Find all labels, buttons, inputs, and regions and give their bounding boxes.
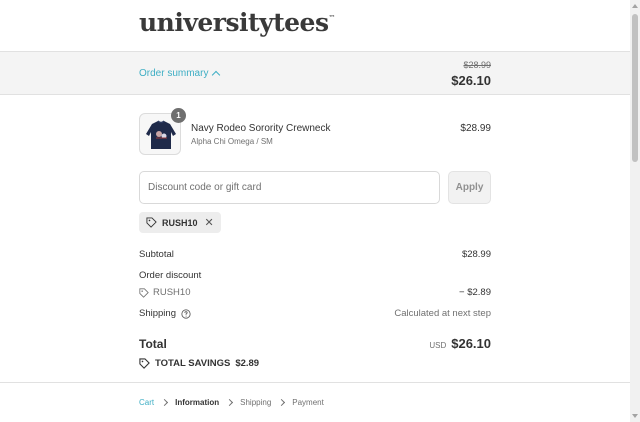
line-item: 1 Navy Rodeo Sorority Crewneck Alpha Chi… (139, 108, 491, 155)
chevron-right-icon (161, 398, 169, 407)
discount-code-input[interactable] (139, 171, 440, 204)
total-amount-group: USD $26.10 (429, 336, 491, 351)
order-discount-row: Order discount (139, 270, 491, 281)
product-name: Navy Rodeo Sorority Crewneck (191, 123, 331, 134)
savings-label: TOTAL SAVINGS (155, 358, 231, 369)
scroll-up-arrow[interactable] (632, 4, 638, 8)
tag-icon (139, 358, 150, 369)
discount-code-row: RUSH10 − $2.89 (139, 287, 491, 298)
quantity-badge: 1 (171, 108, 186, 123)
header: universitytees™ (0, 0, 630, 52)
order-summary-panel: 1 Navy Rodeo Sorority Crewneck Alpha Chi… (0, 95, 630, 382)
applied-discount-chip: RUSH10 ✕ (139, 212, 221, 233)
shipping-row: Shipping Calculated at next step (139, 308, 491, 319)
subtotal-row: Subtotal $28.99 (139, 249, 491, 260)
order-discount-label: Order discount (139, 270, 202, 281)
discount-code-line: RUSH10 (139, 287, 191, 298)
order-summary-label: Order summary (139, 68, 209, 79)
order-summary-toggle[interactable]: Order summary (139, 68, 221, 80)
summary-total: $26.10 (451, 73, 491, 88)
currency-code: USD (429, 341, 447, 350)
subtotal-label: Subtotal (139, 249, 174, 260)
tag-icon (146, 217, 157, 228)
total-row: Total USD $26.10 (139, 336, 491, 354)
subtotal-value: $28.99 (461, 249, 491, 260)
total-value: $26.10 (451, 336, 491, 351)
savings-value: $2.89 (235, 358, 260, 369)
order-summary-bar: Order summary $28.99 $26.10 (0, 52, 630, 95)
breadcrumb: Cart Information Shipping Payment (139, 398, 324, 407)
shipping-label-group: Shipping (139, 308, 191, 319)
trademark: ™ (328, 14, 336, 22)
breadcrumb-shipping: Shipping (240, 398, 272, 407)
applied-code: RUSH10 (162, 217, 198, 228)
total-savings: TOTAL SAVINGS $2.89 (139, 358, 259, 369)
question-circle-icon[interactable] (181, 308, 191, 319)
divider (0, 382, 630, 383)
logo-text: universitytees (139, 8, 329, 37)
scroll-down-arrow[interactable] (632, 414, 638, 418)
discount-value: − $2.89 (459, 287, 491, 298)
close-icon[interactable]: ✕ (205, 216, 214, 229)
vertical-scrollbar[interactable] (630, 0, 640, 422)
product-price: $28.99 (460, 123, 491, 134)
chevron-right-icon (278, 398, 286, 407)
breadcrumb-cart[interactable]: Cart (139, 398, 154, 407)
apply-button[interactable]: Apply (448, 171, 491, 204)
total-label: Total (139, 337, 167, 351)
breadcrumb-payment: Payment (292, 398, 324, 407)
chevron-right-icon (226, 398, 234, 407)
discount-code-label: RUSH10 (153, 287, 191, 298)
shipping-value: Calculated at next step (394, 308, 491, 319)
product-thumbnail: 1 (139, 108, 186, 155)
tag-icon (139, 287, 149, 298)
store-logo[interactable]: universitytees™ (139, 8, 336, 37)
original-total: $28.99 (463, 60, 491, 70)
breadcrumb-information: Information (175, 398, 220, 407)
shipping-label: Shipping (139, 308, 176, 319)
scrollbar-thumb[interactable] (632, 14, 638, 162)
product-variant: Alpha Chi Omega / SM (191, 137, 273, 146)
chevron-up-icon (212, 70, 221, 80)
